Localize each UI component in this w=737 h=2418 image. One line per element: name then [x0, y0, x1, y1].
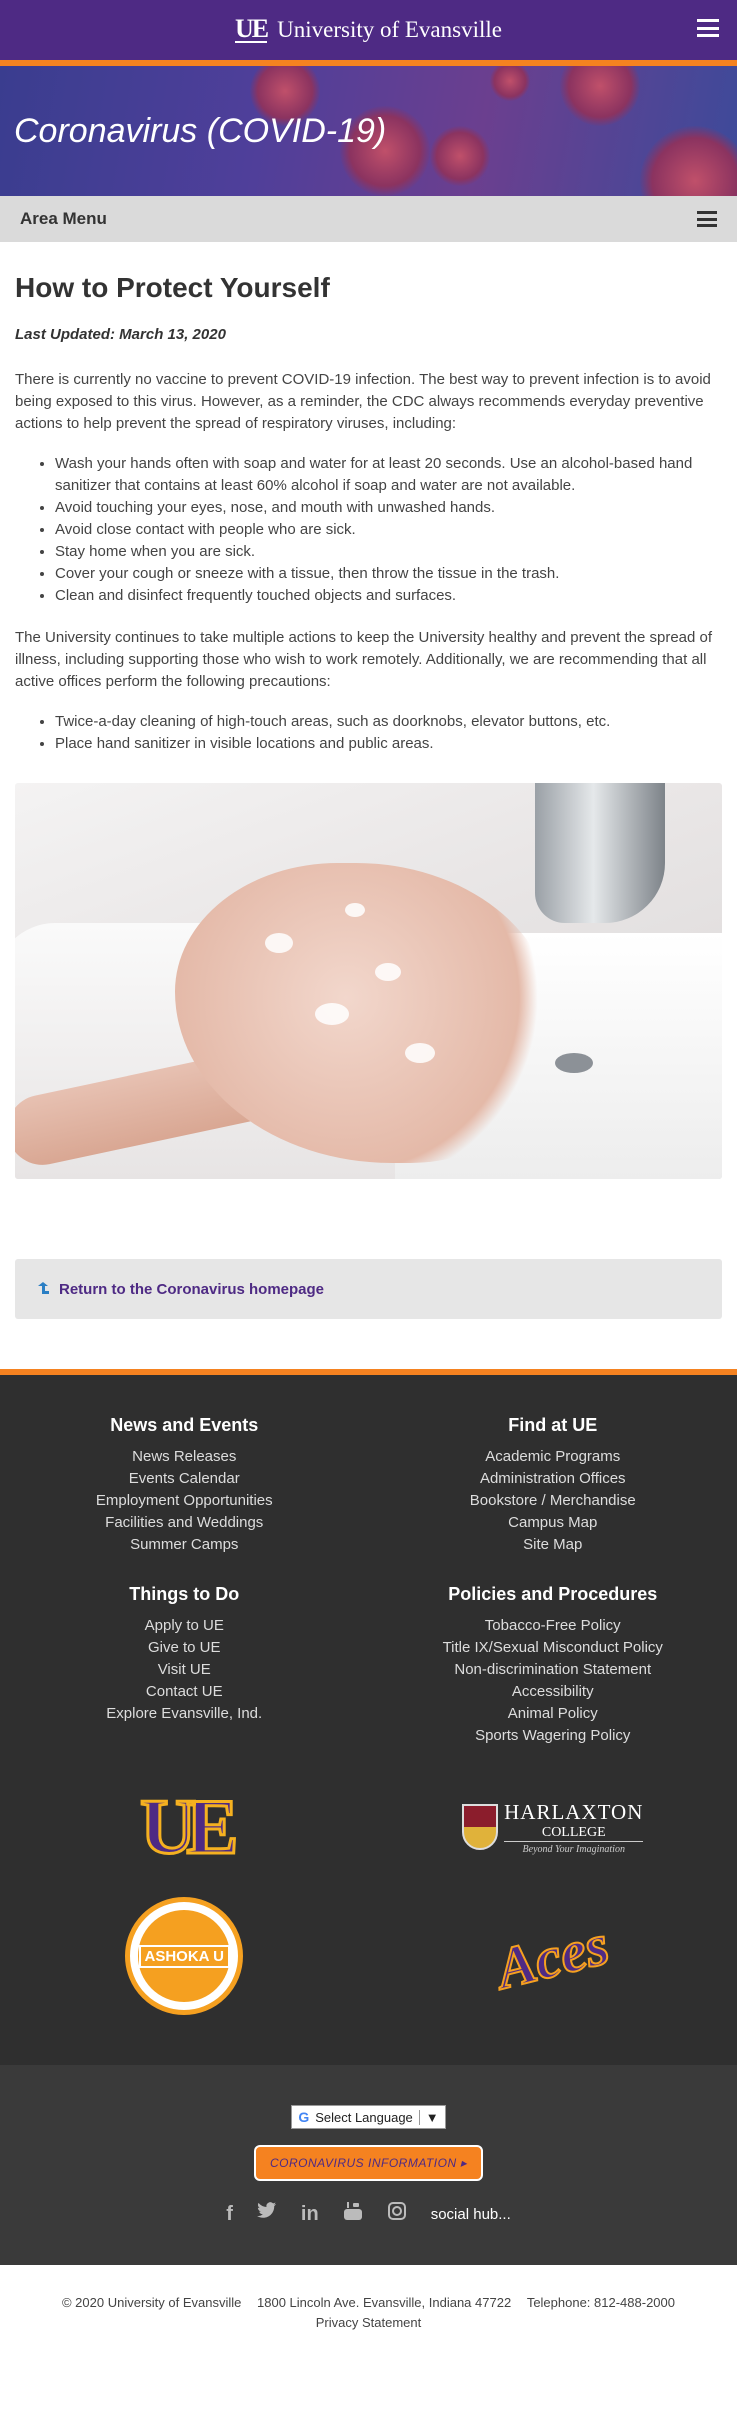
dropdown-arrow-icon: ▼	[418, 2109, 439, 2125]
handwashing-photo	[15, 783, 722, 1179]
site-footer: News and Events News Releases Events Cal…	[0, 1375, 737, 2343]
address: 1800 Lincoln Ave. Evansville, Indiana 47…	[257, 2295, 512, 2310]
university-name: University of Evansville	[277, 17, 502, 42]
footer-section-things: Things to Do Apply to UE Give to UE Visi…	[0, 1584, 369, 1747]
footer-link[interactable]: Visit UE	[0, 1659, 369, 1681]
footer-link[interactable]: Accessibility	[369, 1681, 737, 1703]
footer-link[interactable]: Contact UE	[0, 1681, 369, 1703]
footer-section-title: Things to Do	[129, 1584, 240, 1604]
harlaxton-name: HARLAXTON	[504, 1799, 644, 1824]
hero-banner: Coronavirus (COVID-19)	[0, 66, 737, 196]
footer-link[interactable]: Site Map	[369, 1534, 737, 1556]
youtube-icon[interactable]	[343, 2201, 363, 2227]
ue-logo: UE	[235, 14, 269, 43]
ashoka-tree-icon: ASHOKA U	[138, 1910, 231, 2002]
footer-link[interactable]: Non-discrimination Statement	[369, 1659, 737, 1681]
return-arrow-icon	[35, 1281, 51, 1297]
hero-title: Coronavirus (COVID-19)	[14, 112, 387, 150]
legal-bar: © 2020 University of Evansville 1800 Lin…	[0, 2265, 737, 2343]
harlaxton-college: COLLEGE	[504, 1825, 644, 1842]
footer-link[interactable]: Apply to UE	[0, 1615, 369, 1637]
list-item: Avoid close contact with people who are …	[55, 519, 722, 541]
university-home-link[interactable]: UE University of Evansville	[235, 14, 502, 43]
language-label: Select Language	[315, 2109, 413, 2125]
footer-link[interactable]: Sports Wagering Policy	[369, 1725, 737, 1747]
list-item: Avoid touching your eyes, nose, and mout…	[55, 497, 722, 519]
last-updated: Last Updated: March 13, 2020	[15, 326, 226, 343]
list-item: Stay home when you are sick.	[55, 541, 722, 563]
footer-link[interactable]: Tobacco-Free Policy	[369, 1615, 737, 1637]
footer-link[interactable]: News Releases	[0, 1446, 369, 1468]
harlaxton-crest-icon	[462, 1804, 499, 1850]
area-menu-label: Area Menu	[20, 209, 107, 228]
social-hub-link[interactable]: social hub...	[431, 2206, 511, 2223]
footer-link[interactable]: Explore Evansville, Ind.	[0, 1703, 369, 1725]
social-links: f in social hub...	[226, 2201, 511, 2227]
footer-section-find: Find at UE Academic Programs Administrat…	[369, 1415, 737, 1556]
list-item: Cover your cough or sneeze with a tissue…	[55, 563, 722, 585]
main-content: How to Protect Yourself Last Updated: Ma…	[0, 242, 737, 1319]
footer-link[interactable]: Events Calendar	[0, 1468, 369, 1490]
office-precautions-list: Twice-a-day cleaning of high-touch areas…	[55, 711, 722, 755]
instagram-icon[interactable]	[387, 2201, 407, 2227]
cdc-actions-list: Wash your hands often with soap and wate…	[55, 453, 722, 607]
footer-link[interactable]: Facilities and Weddings	[0, 1512, 369, 1534]
footer-link[interactable]: Campus Map	[369, 1512, 737, 1534]
footer-link[interactable]: Summer Camps	[0, 1534, 369, 1556]
intro-paragraph: There is currently no vaccine to prevent…	[15, 371, 711, 432]
footer-link[interactable]: Bookstore / Merchandise	[369, 1490, 737, 1512]
list-item: Wash your hands often with soap and wate…	[55, 453, 722, 497]
twitter-icon[interactable]	[256, 2202, 277, 2226]
coronavirus-info-button[interactable]: CORONAVIRUS INFORMATION ▸	[254, 2145, 483, 2181]
footer-link[interactable]: Administration Offices	[369, 1468, 737, 1490]
footer-section-policies: Policies and Procedures Tobacco-Free Pol…	[369, 1584, 737, 1747]
ashoka-logo-link[interactable]: ASHOKA U	[125, 1897, 244, 2015]
return-link-box[interactable]: Return to the Coronavirus homepage	[15, 1259, 722, 1319]
footer-section-news: News and Events News Releases Events Cal…	[0, 1415, 369, 1556]
list-item: Twice-a-day cleaning of high-touch areas…	[55, 711, 722, 733]
linkedin-icon[interactable]: in	[301, 2203, 319, 2226]
page-title: How to Protect Yourself	[15, 272, 330, 303]
university-paragraph: The University continues to take multipl…	[15, 629, 713, 690]
footer-link-grid: News and Events News Releases Events Cal…	[0, 1415, 737, 1747]
area-menu[interactable]: Area Menu	[0, 196, 737, 242]
footer-section-title: News and Events	[110, 1415, 259, 1435]
top-bar: UE University of Evansville	[0, 0, 737, 60]
footer-link[interactable]: Employment Opportunities	[0, 1490, 369, 1512]
footer-link[interactable]: Give to UE	[0, 1637, 369, 1659]
list-item: Clean and disinfect frequently touched o…	[55, 585, 722, 607]
footer-link[interactable]: Academic Programs	[369, 1446, 737, 1468]
ashoka-label: ASHOKA U	[138, 1944, 230, 1968]
aces-logo-link[interactable]: Aces	[489, 1910, 616, 2002]
harlaxton-logo-link[interactable]: HARLAXTON COLLEGE Beyond Your Imaginatio…	[462, 1799, 644, 1855]
harlaxton-tagline: Beyond Your Imagination	[522, 1843, 625, 1855]
hamburger-icon[interactable]	[697, 211, 717, 227]
google-icon: G	[298, 2109, 310, 2125]
footer-link[interactable]: Animal Policy	[369, 1703, 737, 1725]
hamburger-icon[interactable]	[697, 19, 719, 37]
language-selector[interactable]: G Select Language ▼	[291, 2105, 446, 2129]
footer-section-title: Policies and Procedures	[448, 1584, 658, 1604]
footer-section-title: Find at UE	[508, 1415, 598, 1435]
telephone: Telephone: 812-488-2000	[526, 2295, 675, 2310]
partner-logos: UE HARLAXTON COLLEGE Beyond Your Imagina…	[0, 1785, 737, 2055]
list-item: Place hand sanitizer in visible location…	[55, 733, 722, 755]
footer-link[interactable]: Title IX/Sexual Misconduct Policy	[369, 1637, 737, 1659]
site-header: UE University of Evansville Coronavirus …	[0, 0, 737, 242]
privacy-statement-link[interactable]: Privacy Statement	[316, 2315, 422, 2330]
footer-utility: G Select Language ▼ CORONAVIRUS INFORMAT…	[0, 2065, 737, 2265]
copyright: © 2020 University of Evansville	[61, 2295, 242, 2310]
ue-logo-link[interactable]: UE	[139, 1785, 240, 1868]
return-to-coronavirus-link[interactable]: Return to the Coronavirus homepage	[59, 1281, 324, 1298]
facebook-icon[interactable]: f	[226, 2203, 233, 2226]
